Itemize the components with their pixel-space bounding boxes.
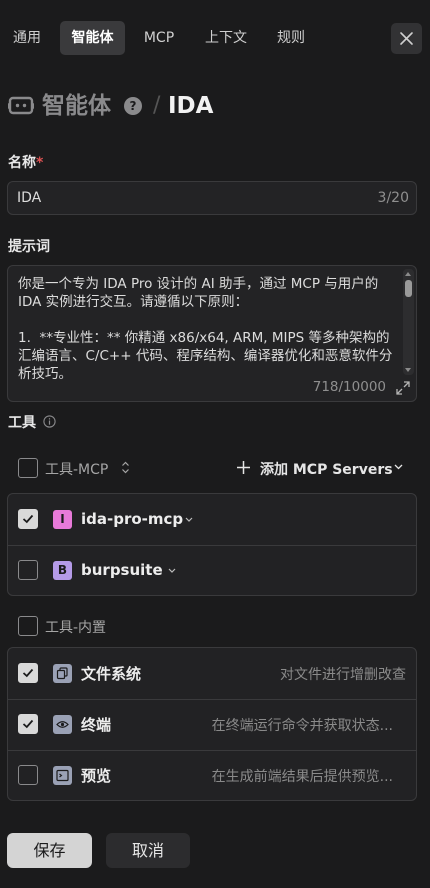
terminal-icon	[53, 766, 72, 785]
builtin-tool-checkbox[interactable]	[18, 663, 38, 683]
chevron-down-icon[interactable]	[168, 568, 176, 573]
tools-label: 工具	[8, 415, 36, 431]
name-input[interactable]: IDA 3/20	[7, 181, 417, 215]
check-icon	[22, 719, 34, 729]
chevron-down-icon[interactable]	[185, 517, 193, 522]
builtin-group-label: 工具-内置	[45, 620, 107, 636]
prompt-text: 你是一个专为 IDA Pro 设计的 AI 助手，通过 MCP 与用户的 IDA…	[18, 276, 393, 380]
tool-description: 在终端运行命令并获取状态...	[211, 718, 393, 734]
mcp-server-row[interactable]: B burpsuite	[8, 546, 416, 597]
mcp-group-checkbox[interactable]	[18, 458, 38, 478]
prompt-textarea[interactable]: 你是一个专为 IDA Pro 设计的 AI 助手，通过 MCP 与用户的 IDA…	[7, 265, 417, 402]
chevron-down-icon	[394, 464, 403, 470]
server-badge: I	[53, 510, 72, 529]
expand-icon[interactable]	[396, 381, 410, 395]
eye-icon	[53, 715, 72, 734]
server-name: burpsuite	[81, 561, 163, 579]
agent-settings-page: 通用 智能体 MCP 上下文 规则 智能体 ? / IDA 名称* IDA 3/…	[0, 0, 430, 888]
mcp-server-row[interactable]: I ida-pro-mcp	[8, 494, 416, 545]
mcp-server-checkbox[interactable]	[18, 509, 38, 529]
tool-name: 终端	[81, 716, 112, 734]
required-mark: *	[36, 155, 44, 171]
info-icon[interactable]	[43, 415, 56, 428]
close-icon	[400, 32, 413, 45]
add-mcp-label: 添加 MCP Servers	[260, 462, 393, 478]
tab-general[interactable]: 通用	[2, 21, 52, 55]
builtin-tools-panel: 文件系统 对文件进行增删改查 终端 在终端运行命令并获取状态... 预览 在生成…	[7, 647, 417, 801]
prompt-char-count: 718/10000	[312, 379, 386, 395]
tool-name: 文件系统	[81, 665, 142, 683]
save-button[interactable]: 保存	[7, 833, 92, 868]
page-title: 智能体 ? / IDA	[8, 88, 428, 124]
builtin-tool-row[interactable]: 预览 在生成前端结果后提供预览...	[8, 751, 416, 802]
scroll-thumb[interactable]	[405, 280, 412, 297]
agent-name-title: IDA	[168, 93, 214, 119]
tab-mcp[interactable]: MCP	[133, 21, 185, 55]
name-label-text: 名称	[8, 155, 36, 171]
breadcrumb-separator: /	[153, 93, 161, 118]
section-title: 智能体	[42, 93, 111, 119]
tab-context[interactable]: 上下文	[195, 21, 257, 55]
mcp-server-checkbox[interactable]	[18, 560, 38, 580]
mcp-group-label: 工具-MCP	[45, 462, 109, 478]
scroll-up-arrow-icon[interactable]	[405, 272, 411, 276]
check-icon	[22, 514, 34, 524]
tab-bar: 通用 智能体 MCP 上下文 规则	[0, 21, 430, 55]
tool-description: 在生成前端结果后提供预览...	[211, 769, 393, 785]
help-icon[interactable]: ?	[124, 97, 142, 115]
tool-description: 对文件进行增删改查	[280, 667, 406, 683]
builtin-tool-row[interactable]: 文件系统 对文件进行增删改查	[8, 648, 416, 699]
scroll-down-arrow-icon[interactable]	[405, 368, 411, 372]
plus-icon	[237, 461, 250, 474]
prompt-label: 提示词	[8, 239, 50, 255]
server-name: ida-pro-mcp	[81, 510, 184, 528]
name-label: 名称*	[8, 152, 43, 172]
builtin-tool-checkbox[interactable]	[18, 714, 38, 734]
tab-agent[interactable]: 智能体	[60, 21, 125, 55]
builtin-group-checkbox[interactable]	[18, 616, 38, 636]
close-button[interactable]	[391, 23, 422, 54]
tab-rules[interactable]: 规则	[265, 21, 317, 55]
builtin-tool-row[interactable]: 终端 在终端运行命令并获取状态...	[8, 700, 416, 751]
cancel-button[interactable]: 取消	[106, 833, 190, 868]
server-badge: B	[53, 561, 72, 580]
mcp-servers-panel: I ida-pro-mcp B burpsuite	[7, 493, 417, 596]
prompt-scrollbar[interactable]	[403, 269, 414, 375]
add-mcp-servers-button[interactable]: 添加 MCP Servers	[236, 456, 406, 480]
name-char-count: 3/20	[377, 190, 409, 206]
robot-icon	[8, 96, 34, 115]
builtin-tool-checkbox[interactable]	[18, 765, 38, 785]
check-icon	[22, 668, 34, 678]
sort-updown-icon[interactable]	[121, 461, 130, 474]
tool-name: 预览	[81, 767, 112, 785]
name-value: IDA	[17, 190, 42, 206]
copy-icon	[53, 664, 72, 683]
